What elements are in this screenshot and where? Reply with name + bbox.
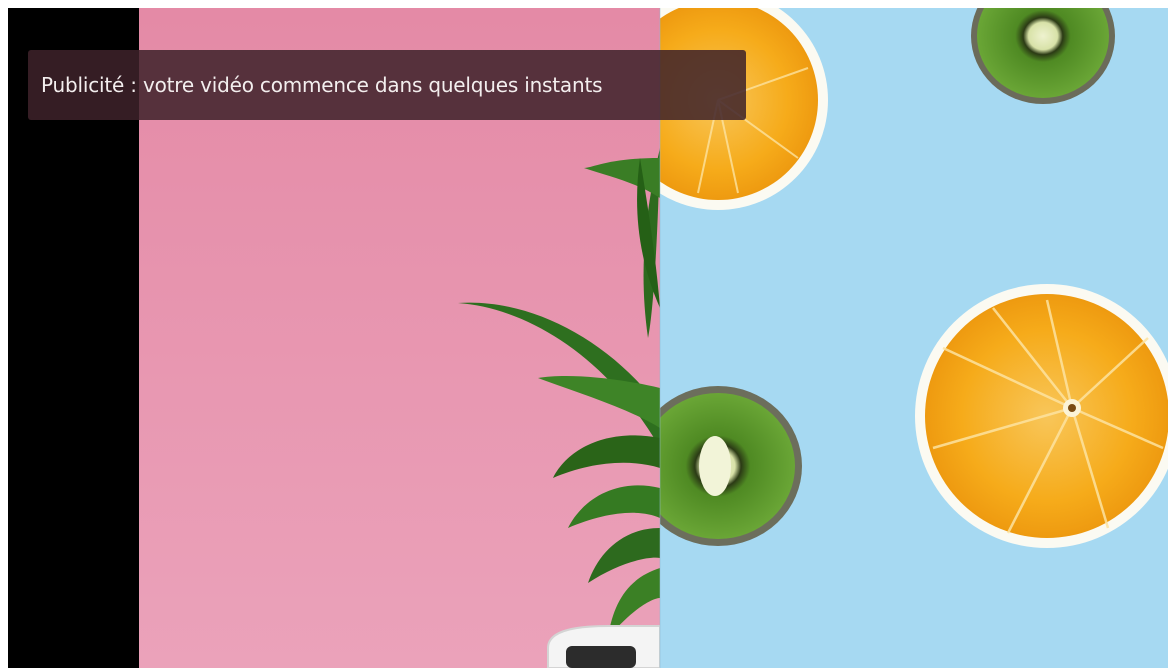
ad-message: Publicité : votre vidéo commence dans qu…	[41, 73, 603, 97]
video-player[interactable]: Publicité : votre vidéo commence dans qu…	[8, 8, 1168, 668]
white-object-illustration	[547, 625, 661, 668]
ad-countdown-banner: Publicité : votre vidéo commence dans qu…	[28, 50, 746, 120]
orange-slice-illustration	[915, 284, 1168, 548]
